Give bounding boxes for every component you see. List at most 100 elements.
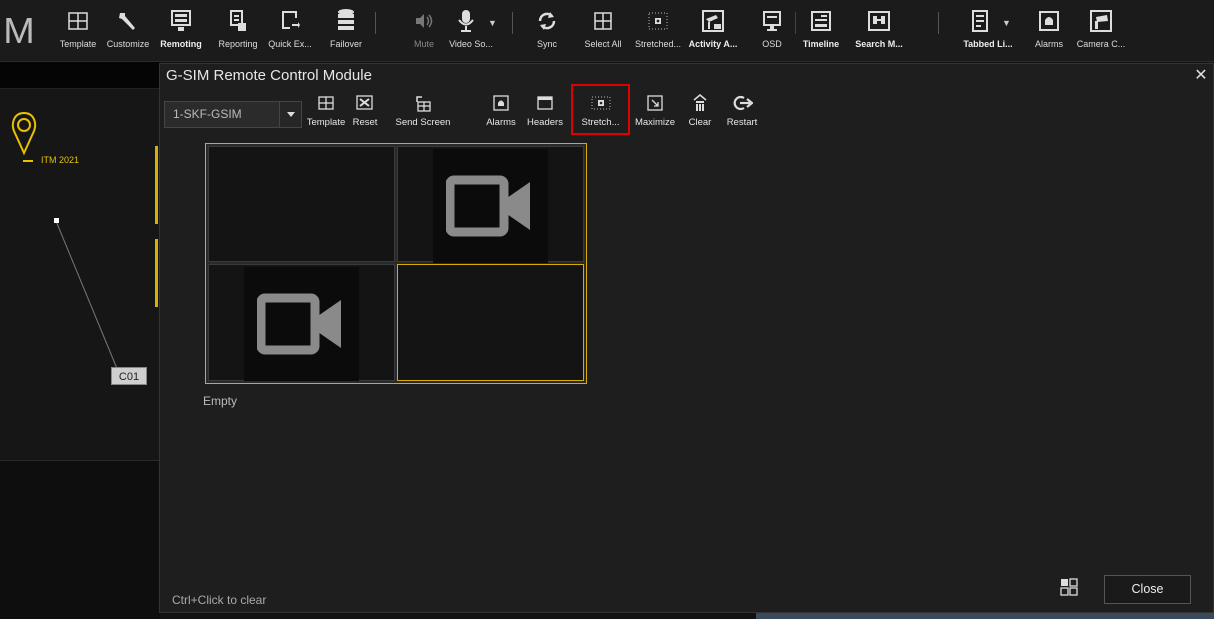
alarm-icon — [489, 91, 513, 115]
send-screen-button[interactable]: Send Screen — [394, 91, 452, 131]
ribbon-alarms-button[interactable]: Alarms — [1032, 4, 1066, 56]
ribbon-search-button[interactable]: Search M... — [855, 4, 903, 56]
accent-bar — [155, 239, 158, 307]
ribbon-label: Stretched... — [634, 39, 682, 49]
camera-marker[interactable]: C01 — [111, 367, 147, 385]
timeline-icon — [808, 6, 834, 36]
reset-button[interactable]: Reset — [350, 91, 380, 131]
ribbon-osd-button[interactable]: OSD — [757, 4, 787, 56]
alarm-icon — [1036, 6, 1062, 36]
map-panel[interactable]: ITM 2021 C01 — [0, 62, 160, 619]
layout-icon[interactable] — [1060, 578, 1078, 596]
device-select-value: 1-SKF-GSIM — [173, 107, 242, 121]
close-icon[interactable]: ✕ — [1193, 65, 1209, 85]
wrench-icon — [115, 6, 141, 36]
ribbon-timeline-button[interactable]: Timeline — [803, 4, 839, 56]
map-toolbar — [0, 62, 160, 88]
restart-icon — [730, 91, 754, 115]
ribbon-tabbed-button[interactable]: ▼ Tabbed Li... — [963, 4, 1013, 56]
ribbon-template-button[interactable]: Template — [60, 4, 96, 56]
map-canvas[interactable]: ITM 2021 C01 — [0, 88, 160, 460]
restart-label: Restart — [726, 117, 758, 128]
dialog-title: G-SIM Remote Control Module — [166, 67, 372, 84]
restart-button[interactable]: Restart — [724, 91, 760, 131]
accent-bar — [155, 146, 158, 224]
ribbon-label: Template — [59, 39, 97, 49]
ribbon-separator — [938, 12, 939, 34]
ribbon-reporting-button[interactable]: Reporting — [218, 4, 258, 56]
map-lower-panel — [0, 460, 160, 619]
activity-icon — [700, 6, 726, 36]
ribbon-quick-export-button[interactable]: Quick Ex... — [268, 4, 312, 56]
chevron-down-icon[interactable] — [279, 102, 301, 127]
reset-icon — [353, 91, 377, 115]
remote-control-dialog: G-SIM Remote Control Module ✕ 1-SKF-GSIM… — [159, 63, 1214, 613]
export-icon — [277, 6, 303, 36]
ribbon-label: Timeline — [802, 39, 840, 49]
ribbon-mute-button[interactable]: Mute — [408, 4, 440, 56]
ribbon-label: Failover — [329, 39, 362, 49]
maximize-label: Maximize — [634, 117, 676, 128]
ribbon-activity-button[interactable]: Activity A... — [688, 4, 738, 56]
clear-icon — [688, 91, 712, 115]
ribbon-sync-button[interactable]: Sync — [536, 4, 558, 56]
ribbon-label: Customize — [106, 39, 150, 49]
clear-label: Clear — [688, 117, 712, 128]
ribbon-stretched-button[interactable]: Stretched... — [635, 4, 681, 56]
camera-placeholder — [244, 267, 359, 381]
ribbon-video-source-button[interactable]: ▼ Video So... — [449, 4, 497, 56]
ribbon-separator — [512, 12, 513, 34]
stretch-label: Stretch... — [581, 117, 620, 128]
headers-label: Headers — [527, 117, 563, 128]
stretch-button[interactable]: Stretch... — [571, 84, 630, 135]
alarms-label: Alarms — [486, 117, 516, 128]
chevron-down-icon: ▼ — [488, 18, 497, 28]
ribbon-label: Tabbed Li... — [963, 39, 1013, 49]
clear-button[interactable]: Clear — [686, 91, 714, 131]
ribbon-label: Quick Ex... — [268, 39, 312, 49]
microphone-icon — [453, 6, 479, 36]
send-screen-label: Send Screen — [395, 117, 451, 128]
remote-monitor-icon — [168, 6, 194, 36]
alarms-button[interactable]: Alarms — [485, 91, 517, 131]
grid-cell-3[interactable] — [208, 264, 395, 381]
grid-cell-1[interactable] — [208, 146, 395, 262]
headers-icon — [533, 91, 557, 115]
stretch-icon — [645, 6, 671, 36]
ribbon-camera-button[interactable]: Camera C... — [1076, 4, 1126, 56]
top-ribbon: M Template Customize Remoting Reporting … — [0, 0, 1214, 62]
ribbon-label: Select All — [584, 39, 622, 49]
screen-layout-grid[interactable] — [205, 143, 587, 384]
sync-icon — [534, 6, 560, 36]
grid-cell-4[interactable] — [397, 264, 584, 381]
video-camera-icon — [445, 175, 530, 237]
maximize-button[interactable]: Maximize — [634, 91, 676, 131]
grid-icon — [590, 6, 616, 36]
ribbon-label: Video So... — [449, 39, 493, 49]
template-label: Template — [306, 117, 346, 128]
ribbon-label: Search M... — [855, 39, 903, 49]
ribbon-select-all-button[interactable]: Select All — [584, 4, 622, 56]
ribbon-label: Sync — [536, 39, 557, 49]
database-icon — [333, 6, 359, 36]
ribbon-remoting-button[interactable]: Remoting — [160, 4, 202, 56]
close-button[interactable]: Close — [1104, 575, 1191, 604]
map-pin-icon[interactable] — [8, 109, 42, 169]
ribbon-label: Activity A... — [688, 39, 738, 49]
ribbon-customize-button[interactable]: Customize — [107, 4, 149, 56]
stretch-icon — [589, 91, 613, 115]
send-screen-icon — [411, 91, 435, 115]
headers-button[interactable]: Headers — [527, 91, 563, 131]
maximize-icon — [643, 91, 667, 115]
ribbon-label: Alarms — [1034, 39, 1063, 49]
grid-status: Empty — [203, 394, 238, 408]
ribbon-label: Camera C... — [1076, 39, 1126, 49]
device-select[interactable]: 1-SKF-GSIM — [164, 101, 302, 128]
osd-icon — [759, 6, 785, 36]
reset-label: Reset — [352, 117, 378, 128]
template-button[interactable]: Template — [306, 91, 346, 131]
chevron-down-icon: ▼ — [1002, 18, 1011, 28]
camera-icon — [1088, 6, 1114, 36]
ribbon-failover-button[interactable]: Failover — [328, 4, 364, 56]
grid-cell-2[interactable] — [397, 146, 584, 263]
